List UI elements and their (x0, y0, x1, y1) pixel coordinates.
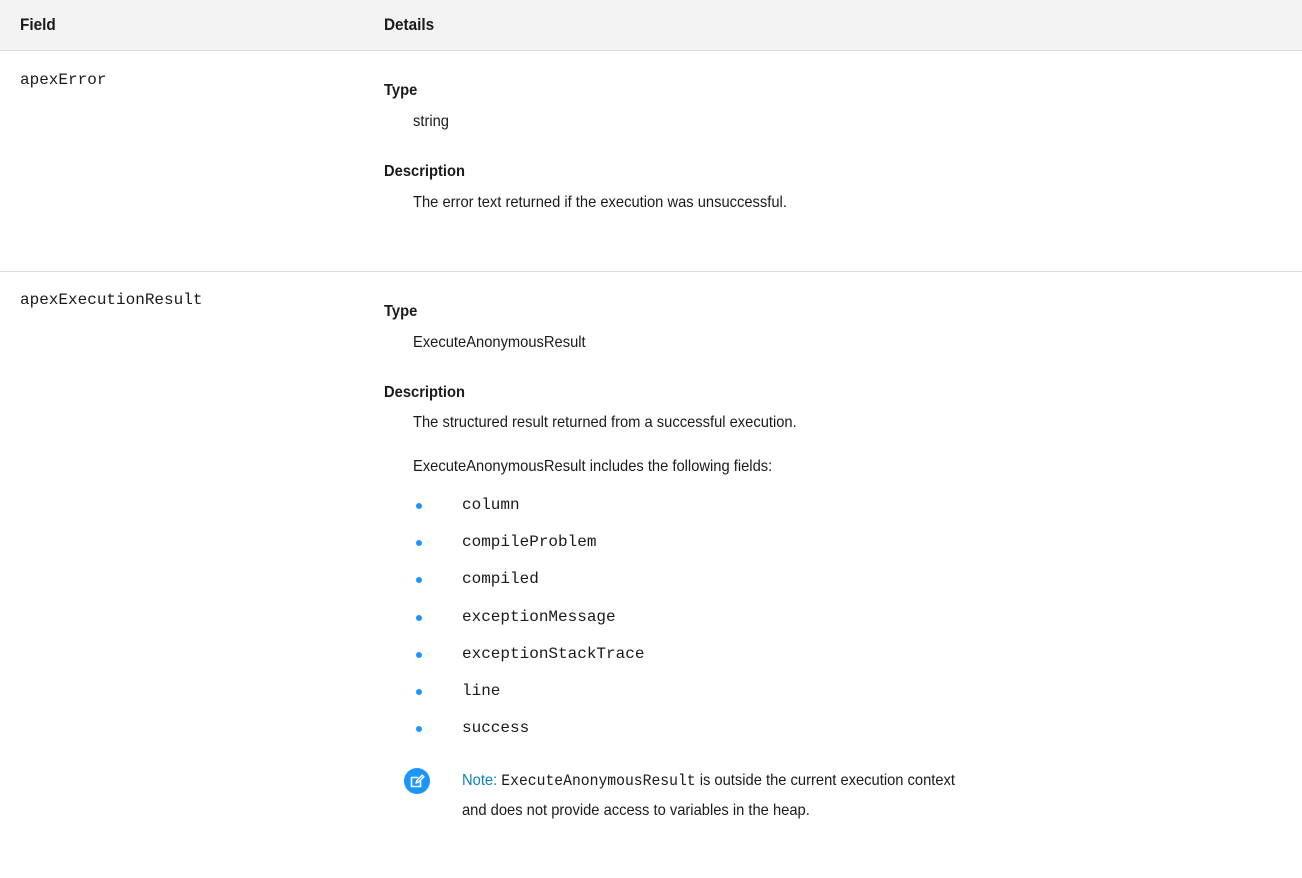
list-item: compileProblem (462, 533, 597, 551)
list-item: line (462, 682, 501, 700)
field-name: apexExecutionResult (20, 291, 203, 309)
list-item: compiled (462, 570, 539, 588)
description-text: The structured result returned from a su… (413, 414, 797, 431)
bullet-icon (416, 652, 422, 658)
note-label: Note: (462, 772, 498, 789)
field-details-table: Field Details apexError Type string Desc… (0, 0, 1302, 878)
bullet-icon (416, 540, 422, 546)
list-item: success (462, 719, 530, 737)
bullet-icon (416, 503, 422, 509)
bullet-icon (416, 689, 422, 695)
list-item: column (462, 496, 520, 514)
type-label: Type (384, 82, 418, 99)
note-code: ExecuteAnonymousResult (501, 772, 696, 790)
list-item: exceptionMessage (462, 608, 616, 626)
bullet-icon (416, 615, 422, 621)
bullet-icon (416, 577, 422, 583)
description-text: The error text returned if the execution… (413, 194, 787, 211)
edit-note-icon (404, 768, 430, 794)
field-name: apexError (20, 71, 107, 89)
bullet-icon (416, 726, 422, 732)
note-line-1: Note: ExecuteAnonymousResult is outside … (462, 772, 955, 790)
table-header: Field Details (0, 0, 1302, 51)
type-label: Type (384, 303, 418, 320)
table-row: apexError Type string Description The er… (0, 51, 1302, 272)
type-value: ExecuteAnonymousResult (413, 334, 586, 351)
column-header-field: Field (20, 15, 56, 34)
list-item: exceptionStackTrace (462, 645, 645, 663)
note-line-2: and does not provide access to variables… (462, 802, 810, 819)
note-text: is outside the current execution context (695, 772, 956, 789)
type-value: string (413, 113, 449, 130)
table-row: apexExecutionResult Type ExecuteAnonymou… (0, 272, 1302, 878)
column-header-details: Details (384, 15, 435, 34)
description-label: Description (384, 384, 465, 401)
includes-text: ExecuteAnonymousResult includes the foll… (413, 458, 773, 475)
description-label: Description (384, 163, 465, 180)
